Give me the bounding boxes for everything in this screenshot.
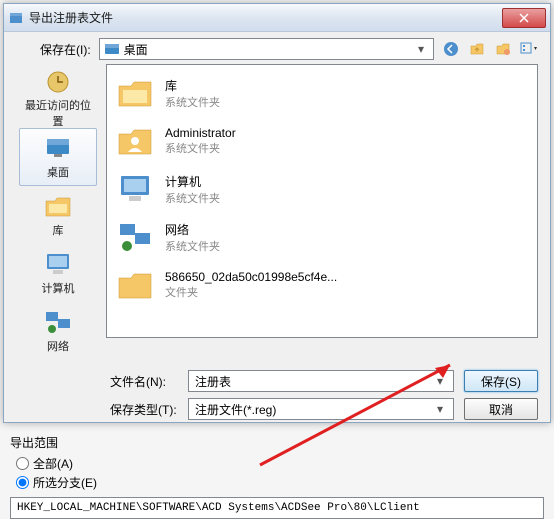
- new-folder-icon[interactable]: [494, 40, 512, 58]
- place-libraries[interactable]: 库: [19, 186, 97, 244]
- list-item[interactable]: 计算机系统文件夹: [111, 165, 533, 213]
- close-button[interactable]: [502, 8, 546, 28]
- export-range-title: 导出范围: [10, 434, 544, 451]
- place-label: 网络: [47, 338, 69, 354]
- radio-all[interactable]: 全部(A): [16, 455, 544, 472]
- item-name: 586650_02da50c01998e5cf4e...: [165, 270, 337, 284]
- filetype-combo[interactable]: 注册文件(*.reg)▾: [188, 398, 454, 420]
- libraries-icon: [42, 192, 74, 220]
- desktop-icon: [104, 42, 120, 56]
- place-label: 库: [53, 222, 64, 238]
- cancel-button[interactable]: 取消: [464, 398, 538, 420]
- item-sub: 系统文件夹: [165, 238, 220, 254]
- save-button[interactable]: 保存(S): [464, 370, 538, 392]
- location-combo[interactable]: 桌面 ▾: [99, 38, 434, 60]
- form-area: 文件名(N): 注册表▾ 保存(S) 保存类型(T): 注册文件(*.reg)▾…: [4, 366, 550, 420]
- place-recent[interactable]: 最近访问的位置: [19, 70, 97, 128]
- radio-all-label: 全部(A): [33, 455, 73, 472]
- places-bar: 最近访问的位置 桌面 库 计算机 网络: [16, 64, 100, 360]
- item-sub: 系统文件夹: [165, 190, 220, 206]
- dialog-title: 导出注册表文件: [29, 9, 502, 26]
- list-item[interactable]: 网络系统文件夹: [111, 213, 533, 261]
- list-item[interactable]: 586650_02da50c01998e5cf4e...文件夹: [111, 261, 533, 309]
- place-network[interactable]: 网络: [19, 302, 97, 360]
- location-text: 桌面: [124, 41, 413, 58]
- filename-input[interactable]: 注册表▾: [188, 370, 454, 392]
- place-desktop[interactable]: 桌面: [19, 128, 97, 186]
- radio-selected-label: 所选分支(E): [33, 474, 97, 491]
- libraries-icon: [115, 75, 155, 111]
- titlebar[interactable]: 导出注册表文件: [4, 4, 550, 32]
- item-sub: 系统文件夹: [165, 94, 220, 110]
- chevron-down-icon[interactable]: ▾: [413, 42, 429, 56]
- place-label: 计算机: [42, 280, 75, 296]
- view-menu-icon[interactable]: [520, 40, 538, 58]
- computer-icon: [42, 250, 74, 278]
- item-name: 网络: [165, 221, 220, 238]
- place-computer[interactable]: 计算机: [19, 244, 97, 302]
- item-name: 计算机: [165, 173, 220, 190]
- list-item[interactable]: 库系统文件夹: [111, 69, 533, 117]
- app-icon: [8, 10, 24, 26]
- branch-path-input[interactable]: [10, 497, 544, 519]
- place-label: 最近访问的位置: [20, 97, 96, 129]
- filename-label: 文件名(N):: [110, 373, 178, 390]
- item-name: Administrator: [165, 126, 236, 140]
- up-icon[interactable]: [468, 40, 486, 58]
- location-toolbar: 保存在(I): 桌面 ▾: [4, 32, 550, 64]
- save-dialog: 导出注册表文件 保存在(I): 桌面 ▾ 最近访问的位置: [3, 3, 551, 423]
- chevron-down-icon[interactable]: ▾: [433, 374, 447, 388]
- recent-icon: [42, 69, 74, 95]
- list-item[interactable]: Administrator系统文件夹: [111, 117, 533, 165]
- back-icon[interactable]: [442, 40, 460, 58]
- place-label: 桌面: [47, 164, 69, 180]
- save-in-label: 保存在(I):: [40, 41, 91, 58]
- radio-selected-input[interactable]: [16, 476, 29, 489]
- item-sub: 系统文件夹: [165, 140, 236, 156]
- desktop-icon: [42, 134, 74, 162]
- export-range-group: 导出范围 全部(A) 所选分支(E): [10, 434, 544, 519]
- network-icon: [42, 308, 74, 336]
- item-sub: 文件夹: [165, 284, 337, 300]
- file-list[interactable]: 库系统文件夹 Administrator系统文件夹 计算机系统文件夹 网络系统文…: [106, 64, 538, 338]
- filetype-label: 保存类型(T):: [110, 401, 178, 418]
- folder-icon: [115, 267, 155, 303]
- radio-all-input[interactable]: [16, 457, 29, 470]
- user-folder-icon: [115, 123, 155, 159]
- toolbar-icons: [442, 40, 538, 58]
- radio-selected[interactable]: 所选分支(E): [16, 474, 544, 491]
- chevron-down-icon[interactable]: ▾: [433, 402, 447, 416]
- network-icon: [115, 219, 155, 255]
- computer-icon: [115, 171, 155, 207]
- item-name: 库: [165, 77, 220, 94]
